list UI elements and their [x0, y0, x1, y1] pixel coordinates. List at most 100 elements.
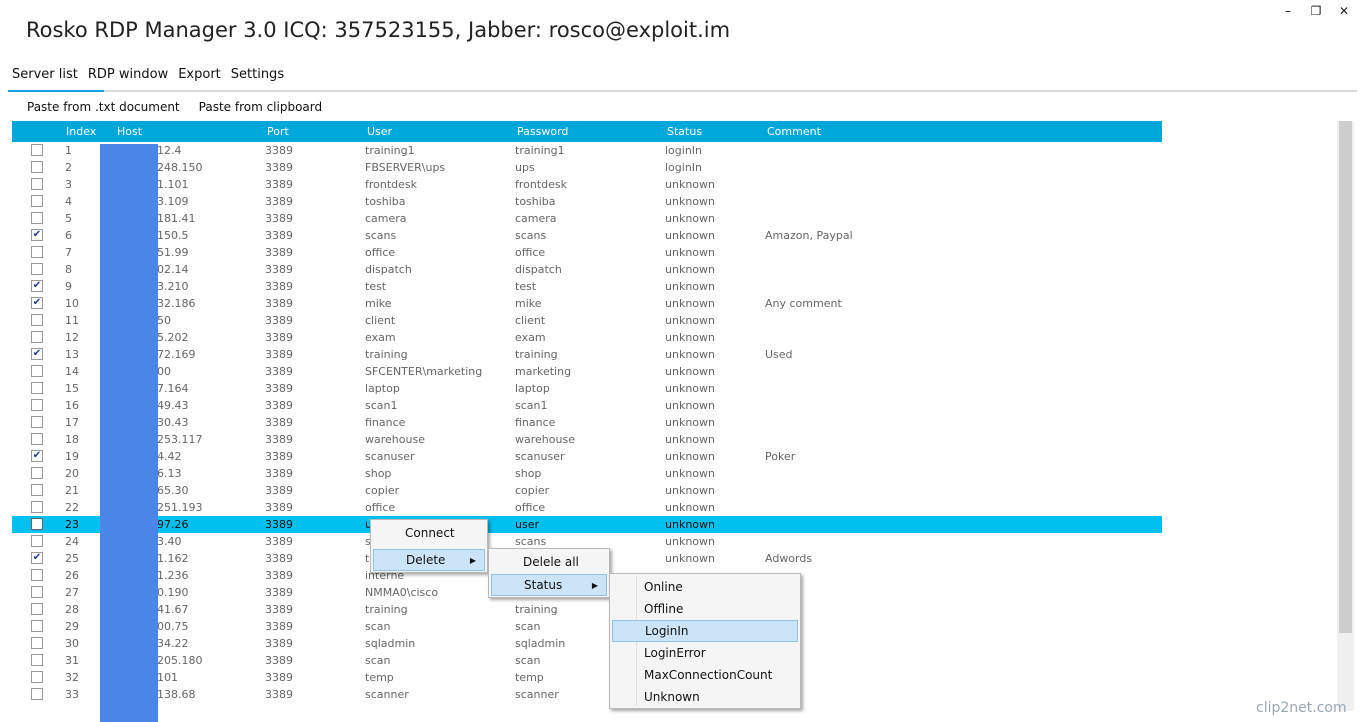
cell-index: 12	[65, 331, 79, 344]
table-row[interactable]: ✔ 9 3.210 3389 test test unknown	[12, 278, 1162, 295]
row-checkbox[interactable]	[31, 212, 43, 224]
cell-password: client	[515, 314, 546, 327]
cell-host: 97.26	[157, 518, 189, 531]
row-checkbox[interactable]	[31, 365, 43, 377]
menu-item-online[interactable]: Online	[612, 576, 798, 598]
cell-status: unknown	[665, 297, 715, 310]
table-row[interactable]: 32 101 3389 temp temp	[12, 669, 1162, 686]
row-checkbox[interactable]	[31, 195, 43, 207]
table-row[interactable]: 23 97.26 3389 u user unknown	[12, 516, 1162, 533]
paste-clipboard-button[interactable]: Paste from clipboard	[199, 100, 322, 114]
row-checkbox[interactable]	[31, 586, 43, 598]
row-checkbox[interactable]	[31, 382, 43, 394]
menu-item-maxconnectioncount[interactable]: MaxConnectionCount	[612, 664, 798, 686]
row-checkbox[interactable]	[31, 263, 43, 275]
table-row[interactable]: 8 02.14 3389 dispatch dispatch unknown	[12, 261, 1162, 278]
column-header-host[interactable]: Host	[117, 125, 142, 138]
column-header-index[interactable]: Index	[66, 125, 96, 138]
table-row[interactable]: 1 12.4 3389 training1 training1 loginIn	[12, 142, 1162, 159]
cell-host: 72.169	[157, 348, 196, 361]
row-checkbox[interactable]: ✔	[31, 552, 43, 564]
table-row[interactable]: 20 6.13 3389 shop shop unknown	[12, 465, 1162, 482]
table-row[interactable]: 18 253.117 3389 warehouse warehouse unknown	[12, 431, 1162, 448]
table-row[interactable]: 21 65.30 3389 copier copier unknown	[12, 482, 1162, 499]
row-checkbox[interactable]: ✔	[31, 229, 43, 241]
menu-item-loginerror[interactable]: LoginError	[612, 642, 798, 664]
table-row[interactable]: 5 181.41 3389 camera camera unknown	[12, 210, 1162, 227]
row-checkbox[interactable]	[31, 671, 43, 683]
row-checkbox[interactable]	[31, 144, 43, 156]
column-header-password[interactable]: Password	[517, 125, 568, 138]
table-row[interactable]: ✔ 6 150.5 3389 scans scans unknown Amazon, Payp…	[12, 227, 1162, 244]
table-row[interactable]: 14 00 3389 SFCENTER\marketing marketing unkno…	[12, 363, 1162, 380]
tab-export[interactable]: Export	[178, 67, 226, 82]
row-checkbox[interactable]	[31, 433, 43, 445]
row-checkbox[interactable]	[31, 620, 43, 632]
column-header-port[interactable]: Port	[267, 125, 289, 138]
menu-item-connect[interactable]: Connect	[373, 522, 485, 544]
tab-server-list[interactable]: Server list	[12, 67, 83, 82]
row-checkbox[interactable]	[31, 178, 43, 190]
row-checkbox[interactable]	[31, 314, 43, 326]
row-checkbox[interactable]: ✔	[31, 450, 43, 462]
row-checkbox[interactable]	[31, 246, 43, 258]
paste-txt-button[interactable]: Paste from .txt document	[27, 100, 180, 114]
row-checkbox[interactable]: ✔	[31, 348, 43, 360]
table-row[interactable]: 17 30.43 3389 finance finance unknown	[12, 414, 1162, 431]
menu-item-unknown[interactable]: Unknown	[612, 686, 798, 708]
table-row[interactable]: 22 251.193 3389 office office unknown	[12, 499, 1162, 516]
table-row[interactable]: ✔ 19 4.42 3389 scanuser scanuser unknown Poker	[12, 448, 1162, 465]
menu-item-status[interactable]: Status ▶	[491, 574, 607, 596]
scrollbar-thumb[interactable]	[1339, 121, 1352, 633]
row-checkbox[interactable]	[31, 331, 43, 343]
table-row[interactable]: 2 248.150 3389 FBSERVER\ups ups loginIn	[12, 159, 1162, 176]
tab-settings[interactable]: Settings	[231, 67, 289, 82]
row-checkbox[interactable]	[31, 416, 43, 428]
row-checkbox[interactable]: ✔	[31, 297, 43, 309]
table-row[interactable]: 4 3.109 3389 toshiba toshiba unknown	[12, 193, 1162, 210]
table-row[interactable]: 3 1.101 3389 frontdesk frontdesk unknown	[12, 176, 1162, 193]
row-checkbox[interactable]	[31, 399, 43, 411]
row-checkbox[interactable]	[31, 654, 43, 666]
table-row[interactable]: 33 138.68 3389 scanner scanner	[12, 686, 1162, 703]
cell-user: office	[365, 246, 396, 259]
row-checkbox[interactable]	[31, 501, 43, 513]
table-row[interactable]: ✔ 13 72.169 3389 training training unknown Used	[12, 346, 1162, 363]
cell-status: unknown	[665, 195, 715, 208]
cell-user: toshiba	[365, 195, 406, 208]
tab-rdp-window[interactable]: RDP window	[88, 67, 173, 82]
table-row[interactable]: 30 34.22 3389 sqladmin sqladmin	[12, 635, 1162, 652]
restore-icon[interactable]: ❐	[1310, 4, 1322, 18]
table-row[interactable]: 11 50 3389 client client unknown	[12, 312, 1162, 329]
table-row[interactable]: 31 205.180 3389 scan scan	[12, 652, 1162, 669]
row-checkbox[interactable]	[31, 688, 43, 700]
column-header-comment[interactable]: Comment	[767, 125, 821, 138]
row-checkbox[interactable]	[31, 603, 43, 615]
menu-item-loginin[interactable]: LoginIn	[612, 620, 798, 642]
menu-item-delete[interactable]: Delete ▶	[373, 549, 485, 571]
row-checkbox[interactable]	[31, 569, 43, 581]
table-row[interactable]: ✔ 10 32.186 3389 mike mike unknown Any comment	[12, 295, 1162, 312]
cell-password: mike	[515, 297, 542, 310]
table-row[interactable]: 16 49.43 3389 scan1 scan1 unknown	[12, 397, 1162, 414]
table-row[interactable]: 12 5.202 3389 exam exam unknown	[12, 329, 1162, 346]
table-row[interactable]: 15 7.164 3389 laptop laptop unknown	[12, 380, 1162, 397]
row-checkbox[interactable]	[31, 484, 43, 496]
table-row[interactable]: 28 41.67 3389 training training	[12, 601, 1162, 618]
column-header-user[interactable]: User	[367, 125, 392, 138]
menu-item-offline[interactable]: Offline	[612, 598, 798, 620]
row-checkbox[interactable]	[31, 518, 43, 530]
menu-item-delete-all[interactable]: Delele all	[491, 551, 607, 573]
row-checkbox[interactable]	[31, 637, 43, 649]
close-icon[interactable]: ✕	[1338, 4, 1350, 18]
minimize-icon[interactable]: –	[1282, 4, 1294, 18]
row-checkbox[interactable]	[31, 535, 43, 547]
row-checkbox[interactable]	[31, 467, 43, 479]
row-checkbox[interactable]: ✔	[31, 280, 43, 292]
row-checkbox[interactable]	[31, 161, 43, 173]
cell-status: unknown	[665, 365, 715, 378]
table-row[interactable]: 29 00.75 3389 scan scan	[12, 618, 1162, 635]
table-row[interactable]: 7 51.99 3389 office office unknown	[12, 244, 1162, 261]
cell-user: shop	[365, 467, 392, 480]
column-header-status[interactable]: Status	[667, 125, 702, 138]
